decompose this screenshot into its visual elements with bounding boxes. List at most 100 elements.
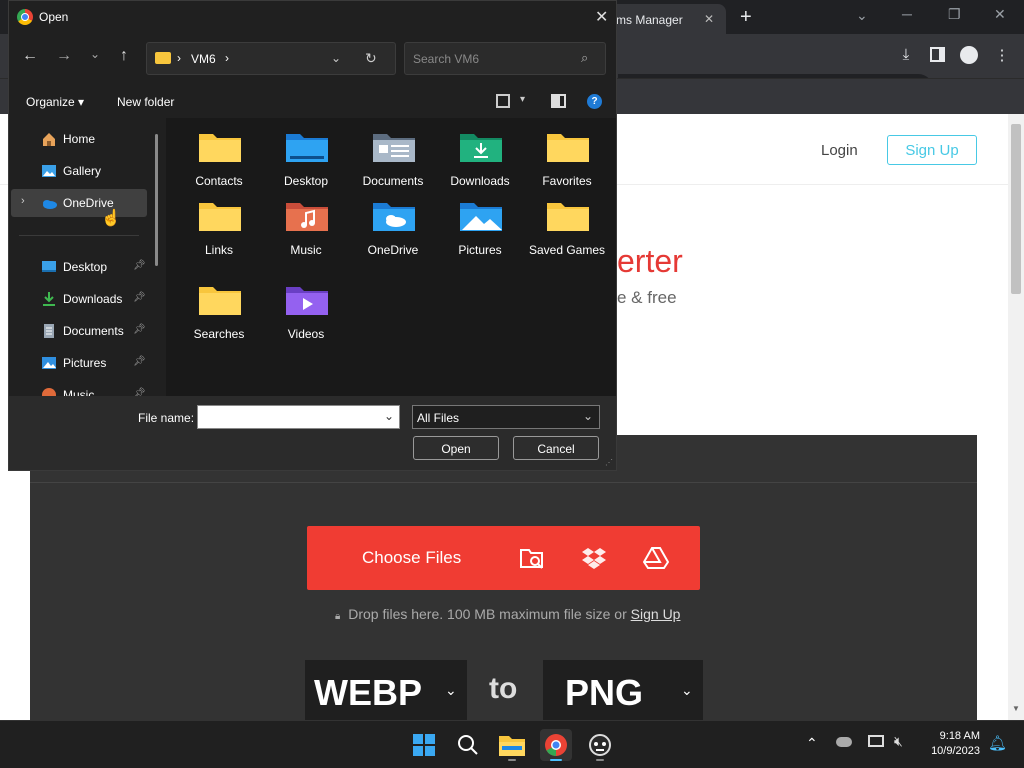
new-folder-button[interactable]: New folder: [117, 95, 174, 109]
up-arrow-icon[interactable]: ↑: [114, 47, 134, 65]
to-format-select[interactable]: PNG ⌄: [543, 660, 703, 720]
desktop-folder-icon: [286, 134, 328, 162]
volume-muted-icon[interactable]: 🔇︎: [894, 733, 903, 750]
refresh-icon[interactable]: ↻: [365, 50, 377, 67]
sidebar-item-desktop[interactable]: Desktop 📌︎: [9, 253, 147, 281]
view-dropdown-icon[interactable]: ▾: [520, 94, 525, 105]
tab-close-icon[interactable]: ✕: [704, 12, 714, 26]
signup-button[interactable]: Sign Up: [887, 135, 977, 165]
view-options-icon[interactable]: [496, 94, 510, 108]
search-box[interactable]: Search VM6 ⌕: [404, 42, 606, 75]
help-icon[interactable]: ?: [587, 94, 602, 109]
search-icon[interactable]: ⌕: [581, 50, 588, 66]
file-type-select[interactable]: All Files ⌄: [412, 405, 600, 429]
app-taskbar-button[interactable]: [584, 729, 616, 761]
command-bar: Organize ▾ New folder ▾ ?: [9, 85, 616, 118]
videos-folder-icon: [286, 287, 328, 315]
onedrive-tray-icon[interactable]: [836, 737, 852, 747]
folder-item-links[interactable]: Links: [179, 187, 259, 257]
from-format-select[interactable]: WEBP ⌄: [305, 660, 467, 720]
scroll-thumb[interactable]: [1011, 124, 1021, 294]
folder-search-icon[interactable]: [519, 546, 545, 570]
folder-label: Videos: [287, 327, 325, 341]
back-arrow-icon[interactable]: ←: [20, 47, 40, 65]
dialog-close-icon[interactable]: ✕: [595, 7, 608, 27]
network-icon[interactable]: [868, 735, 884, 747]
system-clock[interactable]: 9:18 AM 10/9/2023: [931, 729, 980, 759]
sidebar-item-downloads[interactable]: Downloads 📌︎: [9, 285, 147, 313]
profile-avatar[interactable]: [960, 46, 978, 64]
folder-item-pictures[interactable]: Pictures: [440, 187, 520, 257]
folder-item-music[interactable]: Music: [266, 187, 346, 257]
pin-icon[interactable]: 📌︎: [133, 324, 146, 335]
pin-icon[interactable]: 📌︎: [133, 292, 146, 303]
folder-item-downloads[interactable]: Downloads: [440, 118, 520, 188]
taskbar-search-button[interactable]: [452, 729, 484, 761]
folder-icon: [199, 203, 241, 231]
notification-bell-icon[interactable]: 🔔︎: [988, 734, 1007, 752]
windows-start-icon: [413, 734, 435, 756]
minimize-button[interactable]: ─: [902, 6, 912, 22]
folder-item-searches[interactable]: Searches: [179, 271, 259, 341]
breadcrumb[interactable]: VM6: [191, 52, 216, 66]
tray-overflow-icon[interactable]: ⌃: [806, 735, 818, 752]
dialog-navigation: ← → ⌄ ↑ › VM6 › ⌄ ↻ Search VM6 ⌕: [9, 33, 616, 85]
cancel-button[interactable]: Cancel: [513, 436, 599, 460]
file-type-value: All Files: [417, 411, 460, 425]
sidebar-item-gallery[interactable]: Gallery: [9, 157, 147, 185]
dropbox-icon[interactable]: [581, 546, 607, 570]
page-scrollbar[interactable]: ▼: [1008, 114, 1024, 720]
forward-arrow-icon[interactable]: →: [54, 47, 74, 65]
side-panel-icon[interactable]: [930, 47, 945, 62]
address-bar[interactable]: › VM6 › ⌄ ↻: [146, 42, 396, 75]
tab-search-chevron-icon[interactable]: ⌄: [856, 7, 868, 24]
pin-icon[interactable]: 📌︎: [133, 356, 146, 367]
sidebar-item-pictures[interactable]: Pictures 📌︎: [9, 349, 147, 377]
download-icon[interactable]: ⤓: [896, 46, 916, 63]
chrome-taskbar-button[interactable]: [540, 729, 572, 761]
dialog-titlebar[interactable]: Open ✕: [9, 1, 616, 33]
organize-menu[interactable]: Organize ▾: [26, 95, 84, 109]
sidebar-item-documents[interactable]: Documents 📌︎: [9, 317, 147, 345]
folder-item-desktop[interactable]: Desktop: [266, 118, 346, 188]
address-dropdown-icon[interactable]: ⌄: [331, 51, 341, 65]
folder-item-documents[interactable]: Documents: [353, 118, 433, 188]
choose-files-button[interactable]: Choose Files: [307, 526, 700, 590]
sidebar-scrollbar[interactable]: [155, 134, 158, 266]
login-link[interactable]: Login: [821, 142, 858, 159]
sidebar-item-home[interactable]: Home: [9, 125, 147, 153]
file-name-field[interactable]: ⌄: [197, 405, 400, 429]
pin-icon[interactable]: 📌︎: [133, 260, 146, 271]
expand-chevron-icon[interactable]: ›: [21, 195, 25, 207]
menu-kebab-icon[interactable]: ⋮: [992, 46, 1012, 64]
resize-grip-icon[interactable]: ⋰: [605, 458, 613, 467]
folder-icon: [199, 287, 241, 315]
pin-icon[interactable]: 📌︎: [133, 388, 146, 396]
maximize-button[interactable]: ❐: [948, 6, 961, 23]
sidebar-item-music[interactable]: Music 📌︎: [9, 381, 147, 396]
new-tab-button[interactable]: +: [740, 6, 752, 29]
file-name-dropdown-icon[interactable]: ⌄: [384, 409, 394, 423]
folder-item-videos[interactable]: Videos: [266, 271, 346, 341]
recent-chevron-icon[interactable]: ⌄: [85, 47, 105, 61]
folder-item-favorites[interactable]: Favorites: [527, 118, 607, 188]
to-format: PNG: [565, 672, 644, 713]
file-explorer-button[interactable]: [496, 729, 528, 761]
folder-item-contacts[interactable]: Contacts: [179, 118, 259, 188]
folder-icon: [547, 203, 589, 231]
folder-item-saved-games[interactable]: Saved Games: [527, 187, 607, 257]
sidebar-item-onedrive[interactable]: › OneDrive: [11, 189, 147, 217]
sidebar-label: Home: [63, 132, 96, 146]
tab-active[interactable]: ms Manager ✕: [600, 4, 726, 34]
dialog-title: Open: [39, 10, 69, 24]
close-window-button[interactable]: ✕: [994, 6, 1006, 23]
folder-item-onedrive[interactable]: OneDrive: [353, 187, 433, 257]
search-icon: [458, 735, 478, 755]
preview-pane-icon[interactable]: [551, 94, 566, 108]
google-drive-icon[interactable]: [643, 546, 669, 570]
open-button[interactable]: Open: [413, 436, 499, 460]
breadcrumb-separator-icon[interactable]: ›: [225, 51, 229, 65]
start-button[interactable]: [408, 729, 440, 761]
drop-signup-link[interactable]: Sign Up: [631, 606, 681, 622]
scroll-down-icon[interactable]: ▼: [1012, 704, 1020, 713]
